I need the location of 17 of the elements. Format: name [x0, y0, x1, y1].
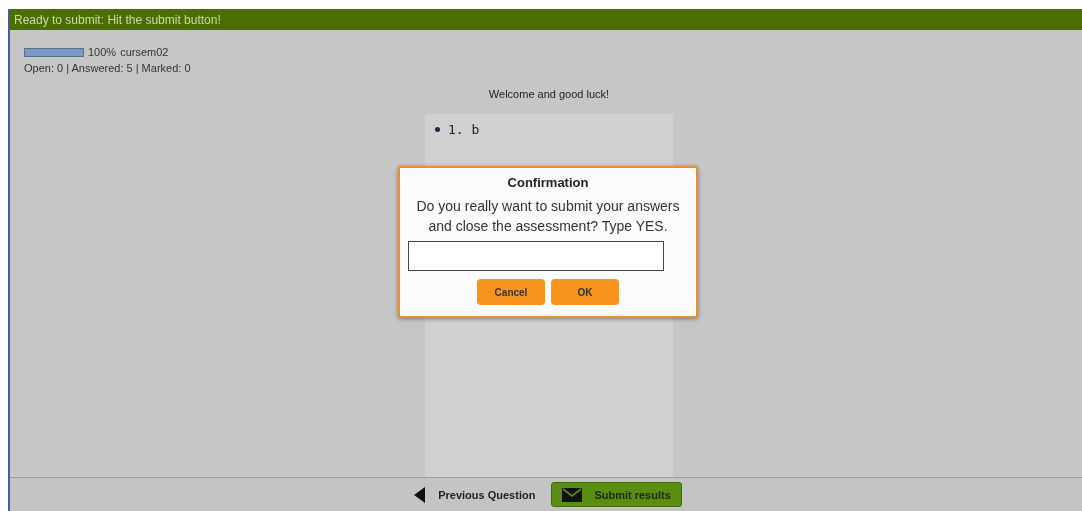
previous-button[interactable]: Previous Question [410, 486, 540, 503]
answer-item: 1. b [448, 122, 480, 137]
user-name: cursem02 [120, 46, 169, 58]
progress-percent: 100% [88, 46, 117, 58]
dialog-button[interactable]: Cancel [477, 279, 545, 305]
dialog-title: Confirmation [507, 175, 589, 190]
dialog-button[interactable]: OK [551, 279, 619, 305]
answer-summary: Open: 0 | Answered: 5 | Marked: 0 [24, 62, 191, 74]
bullet-icon [435, 127, 440, 132]
progress-bar [24, 47, 84, 57]
welcome-text: Welcome and good luck! [487, 88, 611, 102]
envelope-icon [562, 487, 583, 502]
dialog-message: Do you really want to submit your answers and close the assessment? Type YES. [415, 197, 681, 236]
status-text: Ready to submit: Hit the submit button! [14, 12, 221, 27]
input-field[interactable] [408, 241, 664, 271]
arrow-left-icon [414, 486, 427, 503]
submit-button[interactable]: Submit results [551, 482, 682, 507]
